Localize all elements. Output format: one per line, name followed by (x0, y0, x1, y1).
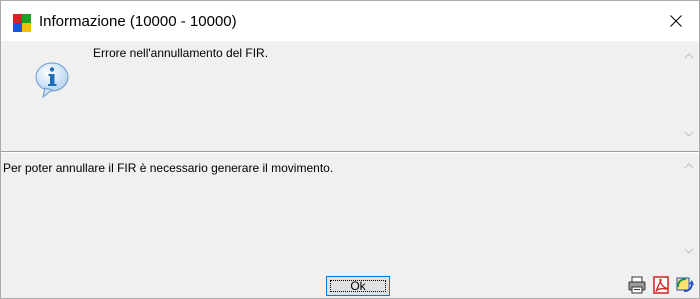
scroll-down-icon[interactable] (683, 246, 695, 256)
scroll-up-icon[interactable] (683, 161, 695, 171)
pdf-icon[interactable] (651, 275, 671, 295)
panel-divider (1, 151, 699, 153)
main-message: Errore nell'annullamento del FIR. (93, 46, 269, 60)
app-logo-icon (13, 14, 31, 32)
focus-ring (330, 280, 386, 292)
scroll-down-icon[interactable] (683, 129, 695, 139)
dialog-window: Informazione (10000 - 10000) Errore nell… (0, 0, 700, 299)
scroll-up-icon[interactable] (683, 51, 695, 61)
info-icon (35, 62, 69, 99)
close-icon (670, 15, 682, 27)
title-bar[interactable]: Informazione (10000 - 10000) (1, 1, 699, 41)
print-icon[interactable] (627, 275, 647, 295)
window-title: Informazione (10000 - 10000) (39, 13, 237, 30)
export-icon[interactable] (675, 275, 695, 295)
detail-message: Per poter annullare il FIR è necessario … (3, 161, 334, 175)
close-button[interactable] (653, 1, 699, 41)
ok-button[interactable]: Ok (326, 276, 390, 296)
